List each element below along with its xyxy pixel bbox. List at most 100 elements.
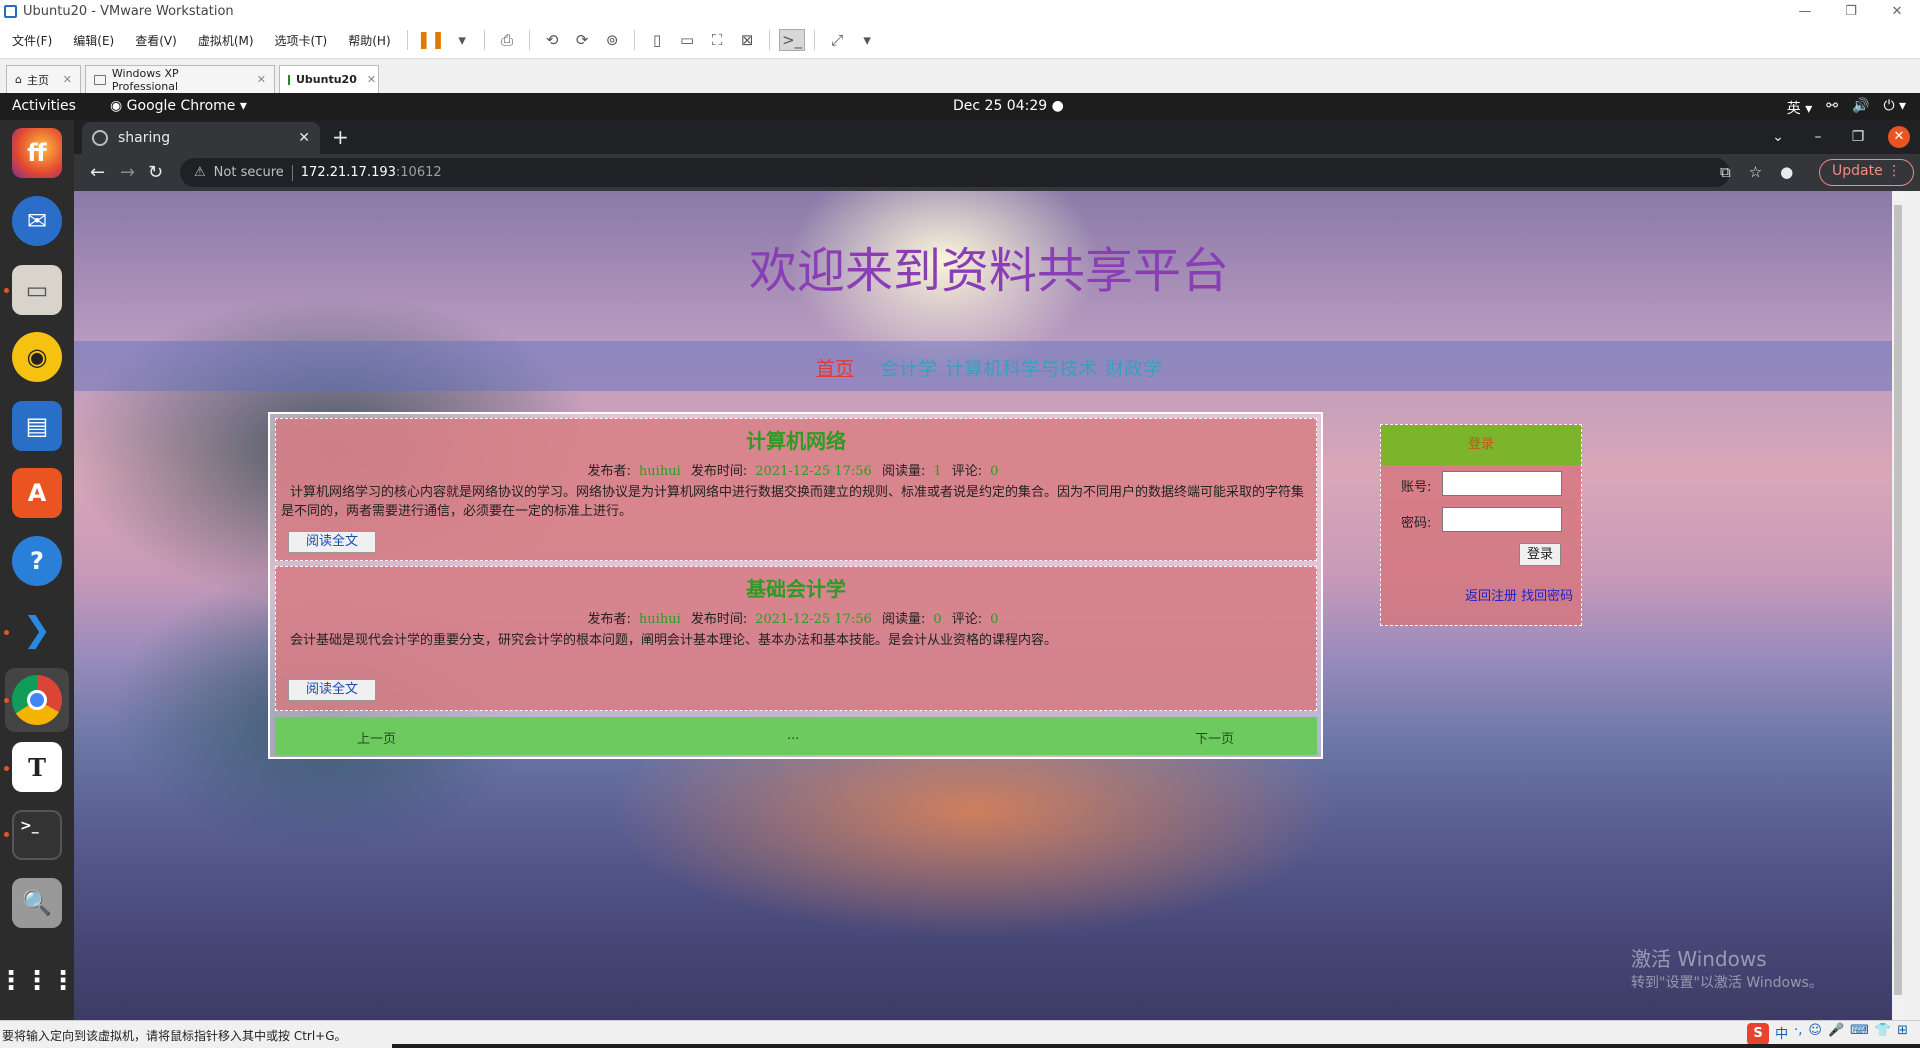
menu-edit[interactable]: 编辑(E) bbox=[61, 32, 123, 49]
input-method[interactable]: 英 ▾ bbox=[1787, 98, 1812, 118]
writer-icon[interactable]: ▤ bbox=[12, 401, 62, 451]
new-tab-icon[interactable]: + bbox=[332, 125, 349, 149]
bookmark-star-icon[interactable]: ☆ bbox=[1749, 163, 1762, 181]
warning-icon[interactable]: ⚠ bbox=[194, 165, 206, 180]
update-label: Update bbox=[1832, 163, 1883, 179]
fullscreen-icon[interactable]: ⛶ bbox=[704, 29, 730, 51]
close-tab-icon[interactable]: ✕ bbox=[53, 73, 72, 86]
menu-tabs[interactable]: 选项卡(T) bbox=[263, 32, 337, 49]
minimize-icon[interactable]: – bbox=[1798, 129, 1838, 145]
ime-skin-icon[interactable]: 👕 bbox=[1875, 1023, 1891, 1045]
tab-windows-xp[interactable]: Windows XP Professional ✕ bbox=[85, 65, 275, 93]
ime-keyboard-icon[interactable]: ⌨ bbox=[1850, 1023, 1869, 1045]
running-indicator bbox=[4, 766, 9, 771]
volume-icon[interactable]: 🔊 bbox=[1852, 98, 1869, 118]
translate-icon[interactable]: ⧉ bbox=[1720, 163, 1731, 181]
tab-search-icon[interactable]: ⌄ bbox=[1758, 129, 1798, 145]
ime-emoji-icon[interactable]: ☺ bbox=[1808, 1023, 1822, 1045]
close-tab-icon[interactable]: ✕ bbox=[357, 73, 376, 86]
stretch-icon[interactable]: ⤢ bbox=[824, 29, 850, 51]
author-value: huihui bbox=[638, 612, 681, 627]
rhythmbox-icon[interactable]: ◉ bbox=[12, 332, 62, 382]
reload-icon[interactable]: ↻ bbox=[148, 162, 163, 183]
sogou-ime-icon[interactable]: S bbox=[1747, 1023, 1770, 1045]
nav-home[interactable]: 首页 bbox=[816, 358, 854, 380]
app-menu[interactable]: ◉ Google Chrome ▾ bbox=[110, 98, 247, 114]
dropdown-arrow-icon[interactable]: ▾ bbox=[854, 29, 880, 51]
ime-voice-icon[interactable]: 🎤 bbox=[1828, 1023, 1844, 1045]
nav-accounting[interactable]: 会计学 bbox=[880, 358, 937, 380]
ime-toolbox-icon[interactable]: ⊞ bbox=[1897, 1023, 1908, 1045]
unity-icon[interactable]: ⊠ bbox=[734, 29, 760, 51]
menu-help[interactable]: 帮助(H) bbox=[336, 32, 399, 49]
tab-home[interactable]: ⌂ 主页 ✕ bbox=[6, 65, 81, 93]
snapshot-icon[interactable]: ⟲ bbox=[539, 29, 565, 51]
network-icon[interactable]: ⚯ bbox=[1826, 98, 1838, 118]
revert-snapshot-icon[interactable]: ⟳ bbox=[569, 29, 595, 51]
help-icon[interactable]: ? bbox=[12, 536, 62, 586]
status-message: 要将输入定向到该虚拟机，请将鼠标指针移入其中或按 Ctrl+G。 bbox=[2, 1029, 347, 1043]
password-input[interactable] bbox=[1442, 507, 1562, 532]
ime-mode-chinese[interactable]: 中 bbox=[1775, 1023, 1788, 1045]
nav-computer-science[interactable]: 计算机科学与技术 bbox=[945, 358, 1097, 380]
chrome-icon[interactable] bbox=[12, 675, 62, 725]
typora-icon[interactable]: T bbox=[12, 742, 62, 792]
address-bar[interactable]: ⚠ Not secure 172.21.17.193:10612 bbox=[180, 158, 1730, 187]
close-tab-icon[interactable]: ✕ bbox=[247, 73, 266, 86]
close-icon[interactable]: ✕ bbox=[1874, 0, 1920, 22]
update-button[interactable]: Update ⋮ bbox=[1819, 159, 1915, 186]
menu-vm[interactable]: 虚拟机(M) bbox=[186, 32, 263, 49]
chrome-tab-sharing[interactable]: sharing ✕ bbox=[82, 122, 320, 154]
register-link[interactable]: 返回注册 bbox=[1465, 589, 1517, 604]
forward-icon[interactable]: → bbox=[120, 162, 135, 183]
ime-punctuation-icon[interactable]: ·, bbox=[1794, 1023, 1802, 1045]
login-button[interactable]: 登录 bbox=[1519, 543, 1561, 566]
page-scrollbar[interactable] bbox=[1892, 191, 1904, 1020]
tab-ubuntu20[interactable]: Ubuntu20 ✕ bbox=[279, 65, 379, 93]
power-icon[interactable]: ⏻ ▾ bbox=[1883, 98, 1906, 118]
snapshot-manager-icon[interactable]: ⊚ bbox=[599, 29, 625, 51]
close-tab-icon[interactable]: ✕ bbox=[298, 130, 310, 146]
firefox-icon[interactable]: ff bbox=[12, 128, 62, 178]
minimize-icon[interactable]: — bbox=[1782, 0, 1828, 22]
prev-page-link[interactable]: 上一页 bbox=[357, 728, 396, 747]
profile-icon[interactable]: ● bbox=[1780, 163, 1793, 181]
clock[interactable]: Dec 25 04:29 ● bbox=[953, 98, 1064, 114]
back-icon[interactable]: ← bbox=[90, 162, 105, 183]
close-window-icon[interactable]: ✕ bbox=[1888, 126, 1910, 148]
clock-text: Dec 25 04:29 bbox=[953, 98, 1048, 114]
article-title[interactable]: 计算机网络 bbox=[276, 425, 1316, 454]
vm-running-icon bbox=[288, 74, 290, 85]
pause-icon[interactable]: ❚❚ bbox=[417, 29, 446, 51]
tab-label: Windows XP Professional bbox=[111, 66, 179, 93]
account-input[interactable] bbox=[1442, 471, 1562, 496]
forgot-password-link[interactable]: 找回密码 bbox=[1521, 589, 1573, 604]
nav-finance[interactable]: 财政学 bbox=[1105, 358, 1162, 380]
console-view-icon[interactable]: >_ bbox=[779, 29, 806, 51]
send-keys-icon[interactable]: ⎙ bbox=[494, 29, 520, 51]
activities-button[interactable]: Activities bbox=[12, 98, 76, 114]
read-more-button[interactable]: 阅读全文 bbox=[288, 679, 376, 701]
next-page-link[interactable]: 下一页 bbox=[1195, 728, 1234, 747]
tab-title: sharing bbox=[118, 130, 171, 146]
menu-view[interactable]: 查看(V) bbox=[123, 32, 186, 49]
terminal-icon[interactable]: >_ bbox=[12, 810, 62, 860]
read-more-button[interactable]: 阅读全文 bbox=[288, 531, 376, 553]
vscode-icon[interactable]: ❯ bbox=[12, 605, 62, 655]
thunderbird-icon[interactable]: ✉ bbox=[12, 196, 62, 246]
pagination-ellipsis: ... bbox=[787, 728, 800, 743]
files-icon[interactable]: ▭ bbox=[12, 265, 62, 315]
restore-icon[interactable]: ❐ bbox=[1838, 129, 1878, 145]
show-apps-icon[interactable]: ⋮⋮⋮ bbox=[0, 956, 76, 1006]
chrome-toolbar: ← → ↻ ⚠ Not secure 172.21.17.193:10612 ⧉… bbox=[74, 154, 1920, 191]
software-icon[interactable]: A bbox=[12, 468, 62, 518]
menu-file[interactable]: 文件(F) bbox=[0, 32, 61, 49]
library-view-icon[interactable]: ▯ bbox=[644, 29, 670, 51]
thumbnail-view-icon[interactable]: ▭ bbox=[674, 29, 700, 51]
screenshot-icon[interactable]: 🔍 bbox=[12, 878, 62, 928]
restore-icon[interactable]: ❐ bbox=[1828, 0, 1874, 22]
scrollbar-thumb[interactable] bbox=[1894, 205, 1902, 995]
article-title[interactable]: 基础会计学 bbox=[276, 573, 1316, 602]
dropdown-arrow-icon[interactable]: ▾ bbox=[449, 29, 475, 51]
address-divider bbox=[291, 164, 293, 181]
